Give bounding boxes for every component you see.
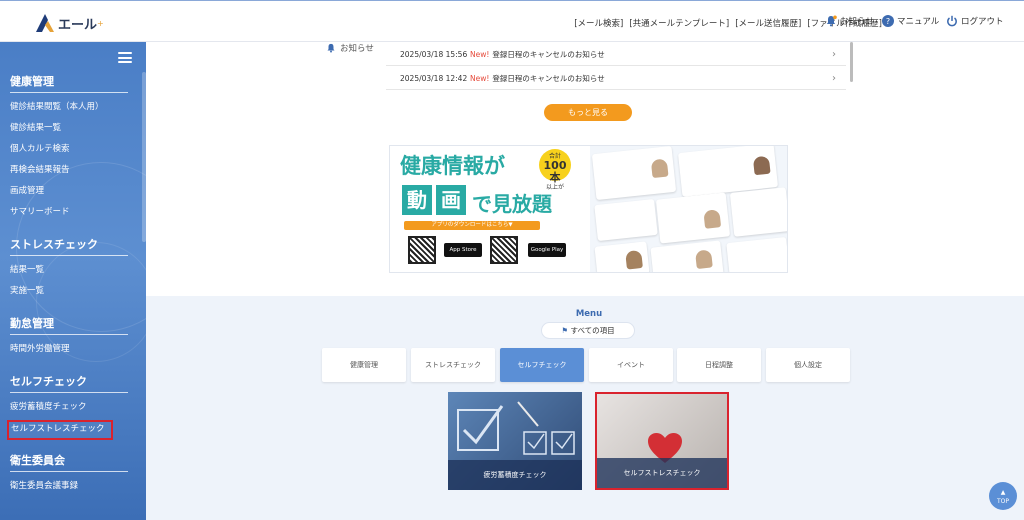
sidebar-section-title: 勤怠管理: [10, 315, 128, 335]
sidebar-item-checkup-list[interactable]: 健診結果一覧: [10, 120, 128, 141]
chevron-right-icon: ›: [832, 49, 836, 60]
tab-health[interactable]: 健康管理: [322, 348, 406, 382]
common-mail-template-link[interactable]: [共通メールテンプレート]: [629, 17, 729, 29]
tile-caption: 疲労蓄積度チェック: [448, 460, 582, 490]
self-stress-check-tile[interactable]: セルフストレスチェック: [595, 392, 729, 490]
sidebar-item-recheck-report[interactable]: 再検会結果報告: [10, 162, 128, 183]
tile-caption: セルフストレスチェック: [597, 458, 727, 488]
banner-title-1: 健康情報が: [400, 154, 505, 178]
video-thumbnail: [594, 198, 658, 242]
sidebar-item-fatigue-check[interactable]: 疲労蓄積度チェック: [10, 399, 128, 420]
mail-search-link[interactable]: [メール検索]: [574, 17, 623, 29]
banner-text-area: 健康情報が 合計 100本 以上が 動 画 で見放題 アプリのダウンロードはこち…: [390, 146, 590, 272]
top-header: エール + [メール検索] [共通メールテンプレート] [メール送信履歴] [フ…: [0, 0, 1024, 42]
qr-code-icon: [490, 236, 518, 264]
sidebar-section-title: ストレスチェック: [10, 236, 128, 256]
sidebar-section-attendance: 勤怠管理 時間外労働管理: [10, 315, 128, 362]
bell-icon: [826, 15, 837, 27]
sidebar-item-implementations[interactable]: 実施一覧: [10, 283, 128, 304]
sidebar-item-management[interactable]: 画成管理: [10, 183, 128, 204]
sidebar-item-checkup-view[interactable]: 健診結果閲覧（本人用）: [10, 99, 128, 120]
video-thumbnail: [650, 240, 724, 272]
news-title: 登録日程のキャンセルのお知らせ: [492, 74, 605, 83]
menu-toggle-icon[interactable]: [118, 52, 132, 63]
svg-text:?: ?: [886, 17, 890, 26]
top-label: TOP: [996, 498, 1009, 505]
manual-button[interactable]: ? マニュアル: [882, 15, 939, 27]
news-row[interactable]: 2025/03/18 12:42 New! 登録日程のキャンセルのお知らせ ›: [386, 68, 846, 90]
sidebar-section-title: 健康管理: [10, 73, 128, 93]
app-store-badge[interactable]: App Store: [444, 243, 482, 257]
sidebar-section-title: セルフチェック: [10, 373, 128, 393]
chevron-up-icon: ▲: [1000, 489, 1006, 496]
new-badge: New!: [470, 74, 490, 83]
sidebar-section-health: 健康管理 健診結果閲覧（本人用） 健診結果一覧 個人カルテ検索 再検会結果報告 …: [10, 73, 128, 225]
news-date: 2025/03/18 12:42: [400, 74, 468, 83]
tab-event[interactable]: イベント: [589, 348, 673, 382]
all-items-label: すべての項目: [570, 326, 615, 335]
tab-schedule[interactable]: 日程調整: [677, 348, 761, 382]
news-date: 2025/03/18 15:56: [400, 50, 468, 59]
video-thumbnail: [655, 192, 731, 244]
tab-selfcheck[interactable]: セルフチェック: [500, 348, 584, 382]
qr-code-icon: [408, 236, 436, 264]
new-badge: New!: [470, 50, 490, 59]
chevron-right-icon: ›: [832, 73, 836, 84]
more-button[interactable]: もっと見る: [544, 104, 632, 121]
bell-icon: [327, 43, 335, 53]
menu-panel: Menu ⚑ すべての項目 健康管理 ストレスチェック セルフチェック イベント…: [146, 296, 1024, 520]
tag-icon: ⚑: [561, 326, 569, 335]
scroll-top-button[interactable]: ▲ TOP: [989, 482, 1017, 510]
mail-history-link[interactable]: [メール送信履歴]: [735, 17, 801, 29]
download-bar: アプリのダウンロードはこちら▼: [404, 221, 540, 230]
sidebar-item-karte-search[interactable]: 個人カルテ検索: [10, 141, 128, 162]
power-icon: [947, 15, 957, 27]
news-row[interactable]: 2025/03/18 15:56 New! 登録日程のキャンセルのお知らせ ›: [386, 44, 846, 66]
banner-kanji-2: 画: [436, 185, 466, 215]
news-scrollbar[interactable]: [850, 42, 853, 82]
all-items-button[interactable]: ⚑ すべての項目: [541, 322, 635, 339]
sidebar-section-title: 衛生委員会: [10, 452, 128, 472]
sidebar-item-summary-board[interactable]: サマリーボード: [10, 204, 128, 225]
logo-mark-icon: [36, 14, 54, 32]
video-thumbnail: [594, 241, 650, 272]
banner-kanji-1: 動: [402, 185, 432, 215]
video-thumbnail: [591, 146, 677, 201]
logout-label: ログアウト: [961, 17, 1004, 27]
manual-label: マニュアル: [897, 17, 940, 27]
news-label: お知らせ: [340, 44, 374, 54]
sidebar: 健康管理 健診結果閲覧（本人用） 健診結果一覧 個人カルテ検索 再検会結果報告 …: [0, 42, 146, 520]
news-heading: お知らせ: [326, 42, 374, 54]
fatigue-check-tile[interactable]: 疲労蓄積度チェック: [448, 392, 582, 490]
logo-text: エール: [58, 17, 98, 33]
sidebar-item-results[interactable]: 結果一覧: [10, 262, 128, 283]
sidebar-item-self-stress-check[interactable]: セルフストレスチェック: [7, 420, 113, 440]
video-thumbnail: [726, 236, 787, 272]
news-title: 登録日程のキャンセルのお知らせ: [492, 50, 605, 59]
menu-title: Menu: [575, 309, 603, 319]
notice-label: お知らせ: [840, 17, 874, 27]
tab-stress[interactable]: ストレスチェック: [411, 348, 495, 382]
video-thumbnail: [729, 187, 787, 237]
sidebar-section-selfcheck: セルフチェック 疲労蓄積度チェック セルフストレスチェック: [7, 373, 128, 440]
main-content: お知らせ 2025/03/18 15:56 New! 登録日程のキャンセルのお知…: [146, 42, 1024, 520]
sidebar-section-stress: ストレスチェック 結果一覧 実施一覧: [10, 236, 128, 304]
google-play-badge[interactable]: Google Play: [528, 243, 566, 257]
logo-sup: +: [97, 18, 104, 28]
notice-button[interactable]: お知らせ: [825, 15, 874, 27]
sidebar-section-hygiene: 衛生委員会 衛生委員会議事録: [10, 452, 128, 499]
banner-title-2: で見放題: [472, 192, 552, 216]
app-logo[interactable]: エール +: [34, 13, 104, 33]
badge-number: 100本: [543, 159, 567, 184]
logout-button[interactable]: ログアウト: [946, 15, 1004, 27]
banner-badge: 合計 100本 以上が: [539, 149, 571, 191]
help-icon: ?: [882, 15, 894, 27]
video-banner[interactable]: 健康情報が 合計 100本 以上が 動 画 で見放題 アプリのダウンロードはこち…: [389, 145, 788, 273]
sidebar-item-minutes[interactable]: 衛生委員会議事録: [10, 478, 128, 499]
tab-personal-settings[interactable]: 個人設定: [766, 348, 850, 382]
sidebar-item-overtime[interactable]: 時間外労働管理: [10, 341, 128, 362]
